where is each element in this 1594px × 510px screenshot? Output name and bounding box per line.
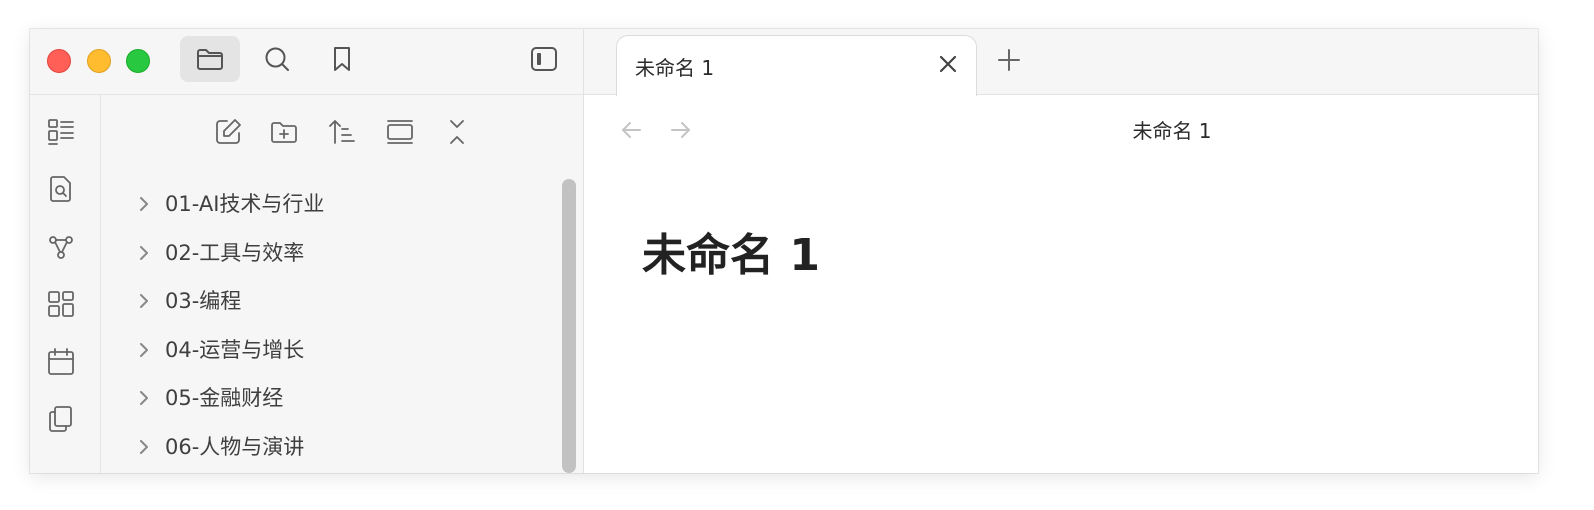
folder-item[interactable]: 05-金融财经 [101,373,556,422]
collapse-all-icon [450,120,464,144]
sort-button[interactable] [324,114,360,150]
sidebar-titlebar [30,29,584,95]
folder-label: 02-工具与效率 [165,240,305,265]
file-search-icon [50,176,71,202]
bookmarks-button[interactable] [312,36,372,82]
folder-item[interactable]: 01-AI技术与行业 [101,179,556,228]
bookmark-icon [334,47,350,71]
sidebar-toggle-button[interactable] [514,36,574,82]
ribbon-templates-button[interactable] [43,401,79,437]
editor-pane: 未命名 1 未命名 1 未命名 1 [584,29,1538,473]
tab-title: 未命名 1 [635,56,715,80]
close-icon [939,55,957,73]
ribbon-canvas-button[interactable] [43,286,79,322]
change-view-button[interactable] [382,114,418,150]
tab-untitled[interactable]: 未命名 1 [616,35,977,96]
explorer-actions [101,95,584,171]
document-list-icon [48,119,74,145]
tab-close-button[interactable] [936,52,960,76]
new-tab-button[interactable] [994,45,1024,75]
window-maximize-button[interactable] [126,49,150,73]
chevron-right-icon[interactable] [137,245,151,260]
explorer-scrollbar[interactable] [562,179,576,473]
view-header-title[interactable]: 未命名 1 [584,115,1538,144]
graph-icon [49,236,73,259]
ribbon-daily-note-button[interactable] [43,344,79,380]
new-folder-icon [271,122,297,143]
folder-label: 05-金融财经 [165,386,284,411]
folder-label: 06-人物与演讲 [165,434,305,459]
collapse-all-button[interactable] [439,114,475,150]
ribbon-file-search-button[interactable] [43,171,79,207]
folder-label: 01-AI技术与行业 [165,192,325,217]
folder-item[interactable]: 06-人物与演讲 [101,422,556,471]
file-explorer-button[interactable] [180,36,240,82]
folder-tree: 01-AI技术与行业 02-工具与效率 03-编程 04-运营与增长 05-金融… [101,179,556,470]
ribbon-graph-view-button[interactable] [43,229,79,265]
calendar-icon [48,348,74,375]
chevron-right-icon[interactable] [137,390,151,406]
search-icon [265,47,289,71]
chevron-right-icon[interactable] [137,293,151,309]
plus-icon [998,49,1020,71]
chevron-right-icon[interactable] [137,196,151,212]
new-folder-button[interactable] [266,114,302,150]
ribbon-document-list-button[interactable] [43,114,79,150]
chevron-right-icon[interactable] [137,342,151,357]
collapse-view-icon [387,120,413,144]
ribbon [30,95,101,473]
folder-item[interactable]: 04-运营与增长 [101,325,556,374]
search-button[interactable] [247,36,307,82]
copy-icon [49,406,72,432]
folder-label: 03-编程 [165,289,242,314]
folder-label: 04-运营与增长 [165,337,305,362]
folder-item[interactable]: 03-编程 [101,276,556,325]
new-note-icon [216,119,241,144]
sort-icon [329,120,355,144]
canvas-icon [48,291,74,317]
chevron-right-icon[interactable] [137,439,151,454]
window-close-button[interactable] [47,49,71,73]
app-window: 01-AI技术与行业 02-工具与效率 03-编程 04-运营与增长 05-金融… [30,29,1538,473]
window-minimize-button[interactable] [87,49,111,73]
document-heading[interactable]: 未命名 1 [642,219,820,283]
file-explorer-panel: 01-AI技术与行业 02-工具与效率 03-编程 04-运营与增长 05-金融… [101,95,584,473]
left-sidebar: 01-AI技术与行业 02-工具与效率 03-编程 04-运营与增长 05-金融… [30,29,584,473]
folder-icon [197,49,223,70]
sidebar-toggle-icon [531,47,557,71]
folder-item[interactable]: 02-工具与效率 [101,228,556,277]
tab-bar: 未命名 1 [584,29,1538,96]
new-note-button[interactable] [210,114,246,150]
